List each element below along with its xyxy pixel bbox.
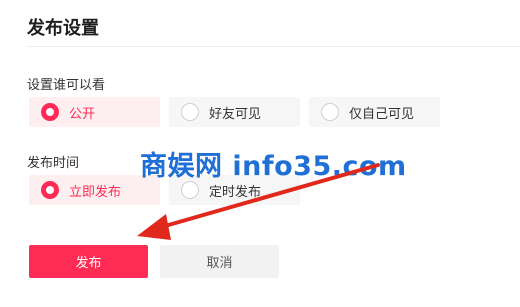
annotation-arrow-icon (137, 163, 380, 240)
